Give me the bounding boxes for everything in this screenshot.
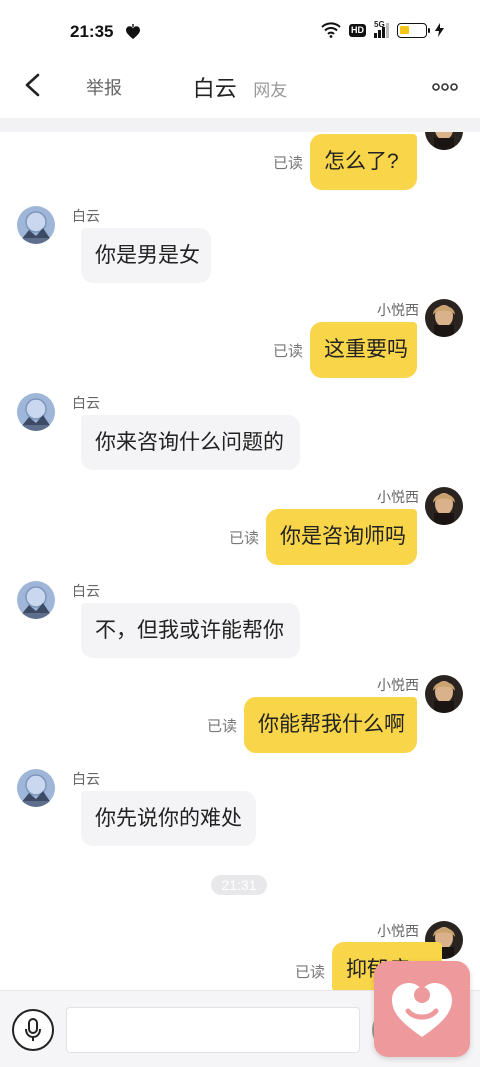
avatar-self[interactable] bbox=[425, 487, 463, 525]
sender-name: 小悦西 bbox=[377, 923, 419, 939]
message-text: 你能帮我什么啊 bbox=[258, 713, 405, 736]
wifi-icon bbox=[321, 22, 341, 38]
battery-icon bbox=[397, 22, 430, 38]
message-text: 你是男是女 bbox=[95, 243, 200, 267]
message-bubble-out[interactable]: 你是咨询师吗 bbox=[266, 509, 417, 565]
message-text: 你来咨询什么问题的 bbox=[95, 430, 284, 454]
read-status: 已读 bbox=[207, 718, 238, 735]
status-indicators: HD 5G bbox=[321, 19, 444, 38]
sender-name: 白云 bbox=[72, 771, 100, 787]
sender-name: 小悦西 bbox=[377, 677, 419, 693]
read-status: 已读 bbox=[273, 155, 304, 172]
voice-button[interactable] bbox=[12, 1009, 54, 1051]
microphone-icon bbox=[25, 1018, 41, 1041]
status-bar: 21:35 HD 5G bbox=[0, 0, 480, 62]
read-status: 已读 bbox=[273, 343, 304, 360]
avatar-contact[interactable] bbox=[17, 393, 55, 431]
message-bubble-out[interactable]: 你能帮我什么啊 bbox=[244, 697, 417, 753]
sender-name: 白云 bbox=[72, 583, 100, 599]
avatar-self[interactable] bbox=[425, 675, 463, 713]
message-text: 这重要吗 bbox=[324, 338, 408, 361]
message-bubble-out[interactable]: 怎么了? bbox=[310, 134, 417, 190]
message-bubble-out[interactable]: 这重要吗 bbox=[310, 322, 417, 378]
chat-header: 举报 白云 网友 bbox=[0, 62, 480, 118]
message-list: 已读 怎么了? 白云 你是男是女 小悦西 已读 这重要吗 白云 你来咨询什么问题… bbox=[0, 132, 480, 990]
heart-person-icon bbox=[392, 983, 452, 1037]
message-text: 你先说你的难处 bbox=[95, 806, 242, 830]
page-title: 白云 bbox=[192, 76, 237, 101]
hd-icon: HD bbox=[349, 23, 366, 37]
message-bubble-in[interactable]: 你先说你的难处 bbox=[81, 791, 256, 846]
avatar-contact[interactable] bbox=[17, 769, 55, 807]
sender-name: 小悦西 bbox=[377, 489, 419, 505]
avatar-contact[interactable] bbox=[17, 581, 55, 619]
message-bubble-in[interactable]: 你来咨询什么问题的 bbox=[81, 415, 300, 470]
avatar-contact[interactable] bbox=[17, 206, 55, 244]
message-text: 怎么了? bbox=[324, 150, 399, 173]
network-label: 5G bbox=[374, 19, 385, 29]
message-text: 不，但我或许能帮你 bbox=[95, 618, 284, 642]
avatar-self[interactable] bbox=[425, 132, 463, 150]
sender-name: 白云 bbox=[72, 208, 100, 224]
sender-name: 白云 bbox=[72, 395, 100, 411]
message-input[interactable] bbox=[66, 1007, 360, 1053]
message-bubble-in[interactable]: 不，但我或许能帮你 bbox=[81, 603, 300, 658]
time-divider: 21:31 bbox=[211, 875, 267, 895]
avatar-self[interactable] bbox=[425, 299, 463, 337]
read-status: 已读 bbox=[295, 964, 326, 981]
header-divider bbox=[0, 118, 480, 132]
status-time: 21:35 bbox=[70, 22, 114, 41]
message-text: 你是咨询师吗 bbox=[280, 525, 406, 548]
page-subtitle: 网友 bbox=[253, 81, 288, 100]
sender-name: 小悦西 bbox=[377, 302, 419, 318]
title-wrap: 白云 网友 bbox=[0, 71, 480, 103]
message-bubble-in[interactable]: 你是男是女 bbox=[81, 228, 211, 283]
read-status: 已读 bbox=[229, 530, 260, 547]
heart-status-icon bbox=[126, 24, 140, 39]
more-dots-icon[interactable] bbox=[432, 82, 458, 92]
charging-icon bbox=[435, 23, 444, 37]
floating-heart-button[interactable] bbox=[374, 961, 470, 1057]
signal-icon: 5G bbox=[374, 19, 389, 38]
